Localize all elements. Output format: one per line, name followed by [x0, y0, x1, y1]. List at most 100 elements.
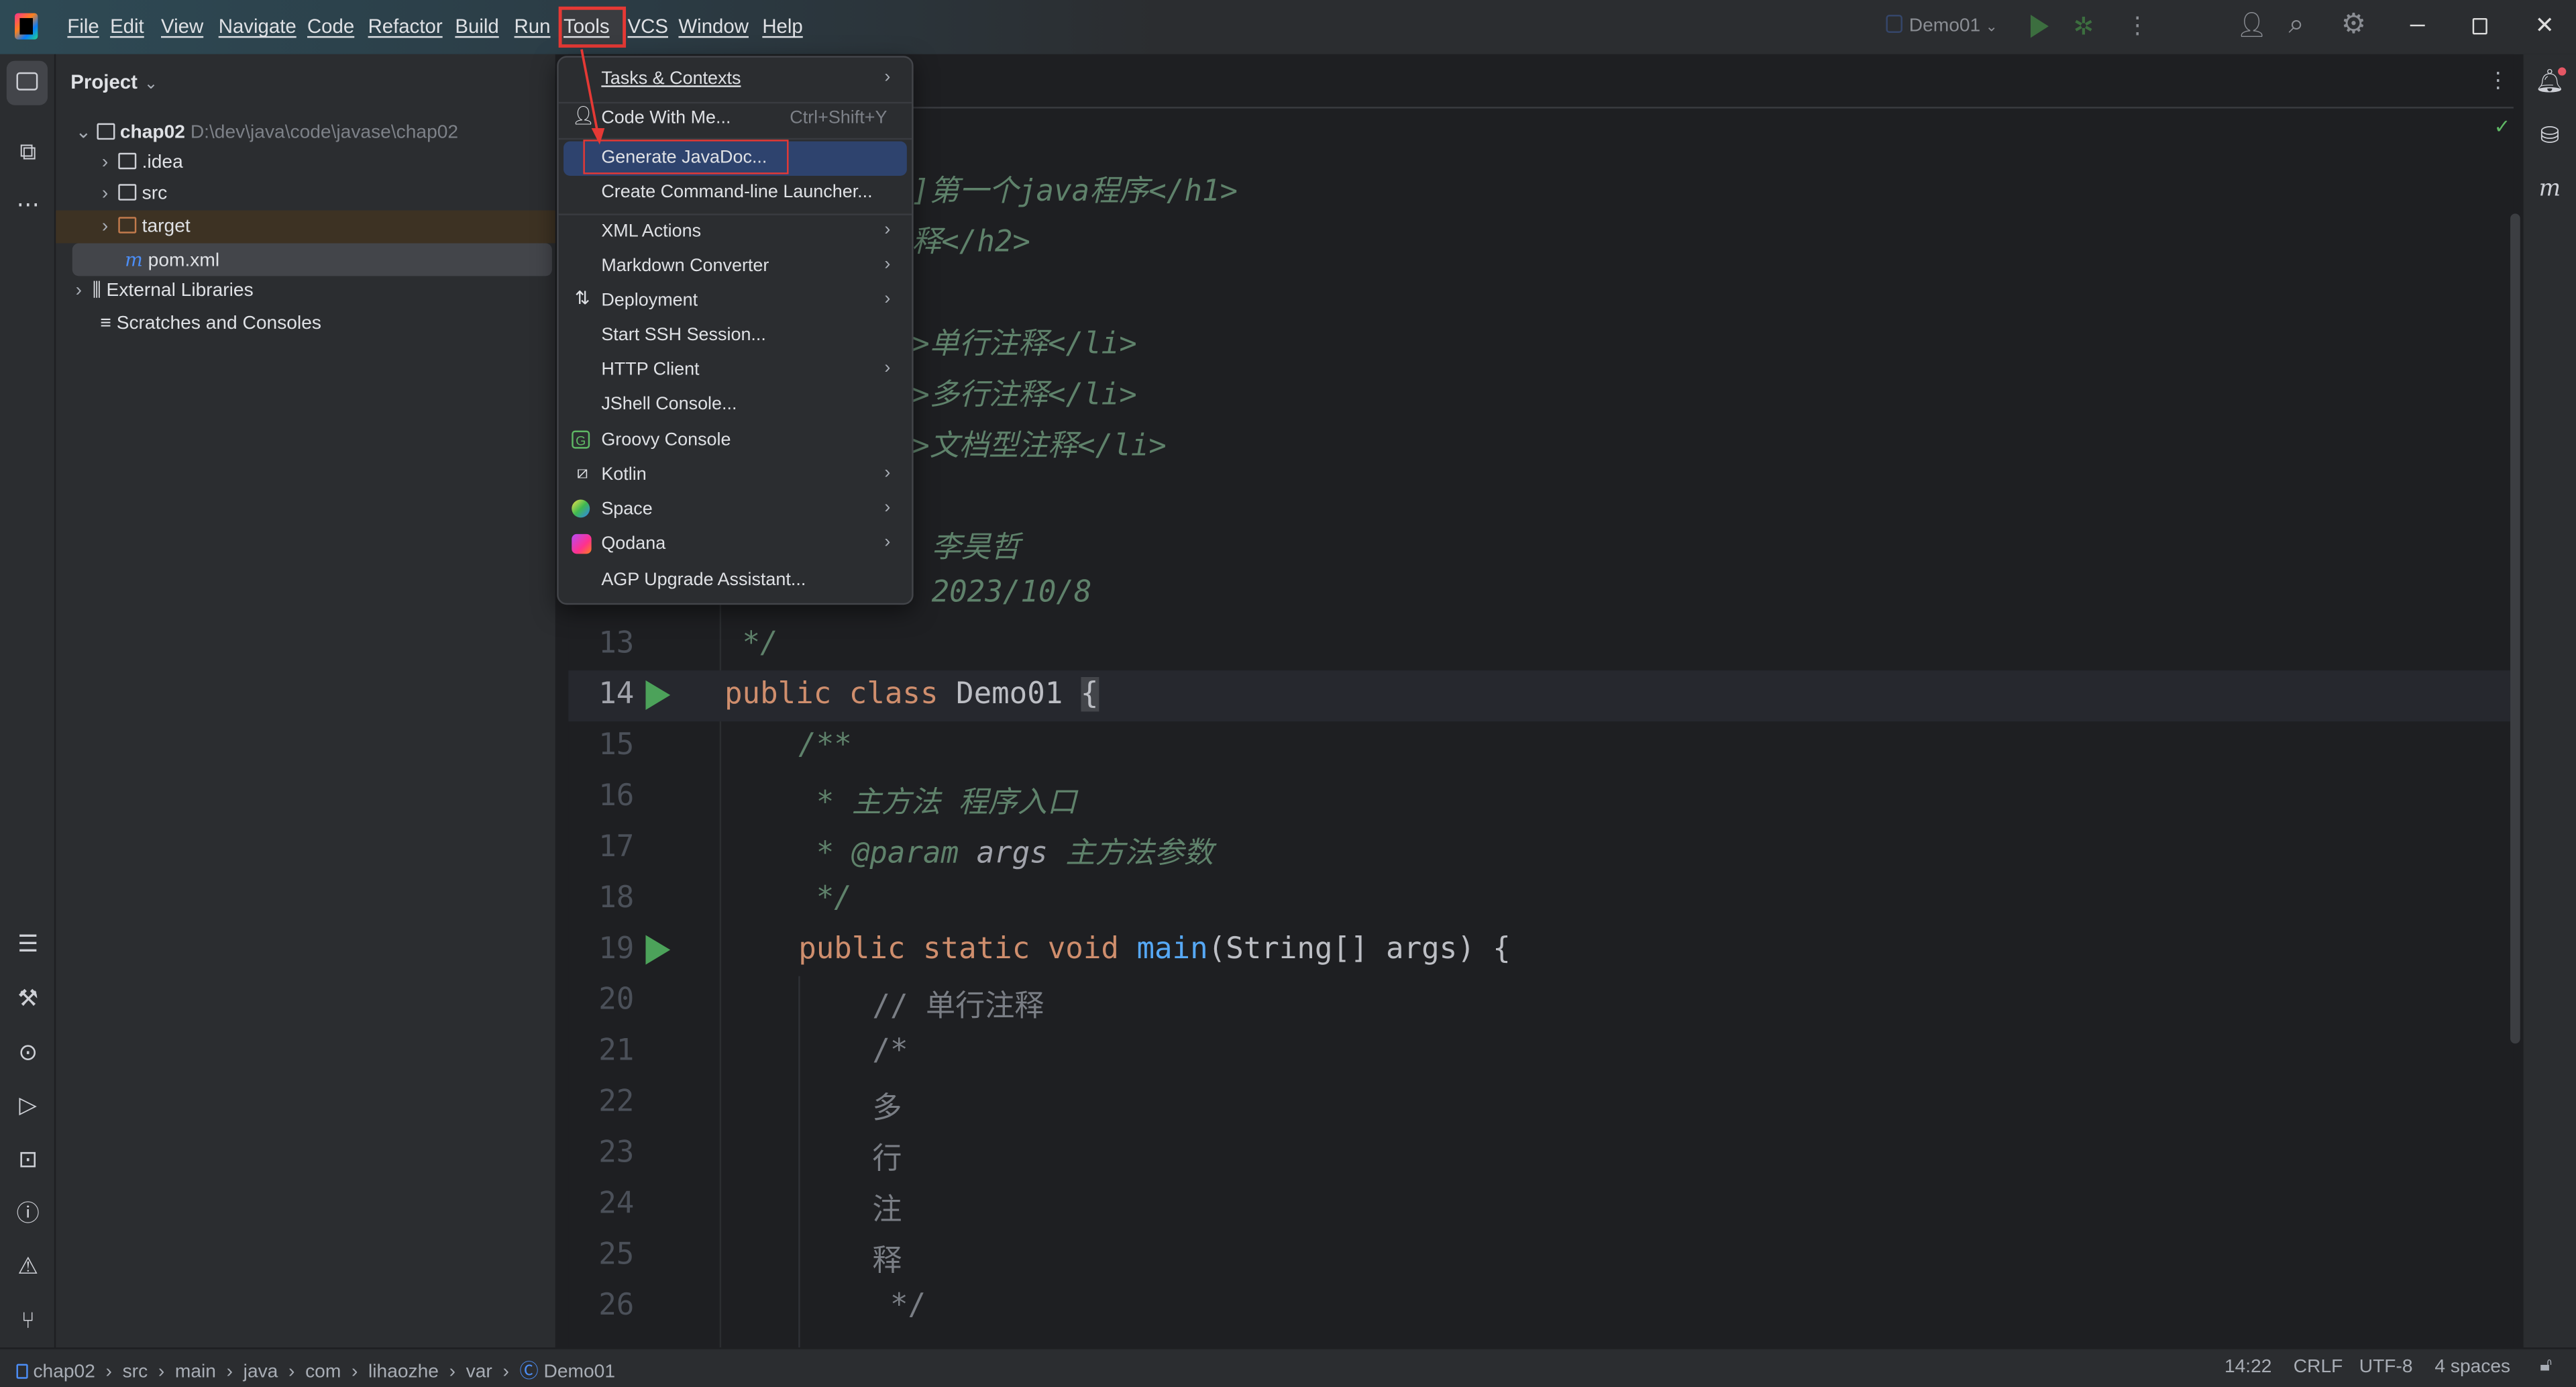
breadcrumb-item[interactable]: src — [123, 1362, 148, 1382]
breadcrumb-item[interactable]: com — [305, 1362, 341, 1382]
menu-item-label: AGP Upgrade Assistant... — [601, 570, 806, 590]
more-tools-icon[interactable]: ⋯ — [13, 189, 43, 219]
breadcrumb-item[interactable]: java — [244, 1362, 278, 1382]
menu-code[interactable]: Code — [307, 15, 354, 38]
terminal-icon[interactable]: ⊡ — [13, 1144, 43, 1174]
menu-item-groovy-console[interactable]: G Groovy Console — [564, 424, 907, 458]
menu-help[interactable]: Help — [762, 15, 802, 38]
more-actions-icon[interactable]: ⋮ — [2126, 11, 2149, 40]
tree-item-idea[interactable]: › .idea — [102, 152, 183, 172]
line-number: 16 — [598, 778, 635, 814]
menu-window[interactable]: Window — [678, 15, 749, 38]
menu-run[interactable]: Run — [515, 15, 551, 38]
menu-edit[interactable]: Edit — [110, 15, 144, 38]
problems-icon[interactable]: ⓘ — [13, 1198, 43, 1227]
debug-icon[interactable]: ✲ — [2074, 11, 2094, 42]
tree-item-chap02[interactable]: ⌄ chap02 D:\dev\java\code\javase\chap02 — [76, 120, 458, 143]
breadcrumb-item[interactable]: lihaozhe — [368, 1362, 439, 1382]
breadcrumb-item[interactable]: main — [175, 1362, 216, 1382]
tree-item-external-libraries[interactable]: › ⫼ External Libraries — [76, 281, 254, 303]
module-icon — [16, 1364, 28, 1379]
code-line: 行 — [872, 1142, 902, 1177]
menu-tools[interactable]: Tools — [564, 15, 610, 38]
menu-item-agp-upgrade[interactable]: AGP Upgrade Assistant... — [564, 564, 907, 598]
code-line: */ — [872, 1288, 926, 1323]
menu-refactor[interactable]: Refactor — [368, 15, 443, 38]
menu-item-space[interactable]: Space › — [564, 493, 907, 527]
caret-position[interactable]: 14:22 — [2224, 1357, 2271, 1377]
database-icon[interactable]: ⛁ — [2535, 120, 2565, 150]
line-number: 25 — [598, 1237, 635, 1272]
project-tool-button[interactable] — [6, 60, 48, 105]
line-ending[interactable]: CRLF — [2294, 1357, 2343, 1377]
maven-icon[interactable]: m — [2535, 174, 2565, 204]
minimize-icon[interactable] — [2410, 24, 2425, 27]
keyword: public class — [724, 676, 938, 712]
code-fragment: >文档型注释</li> — [912, 429, 1167, 464]
menu-view[interactable]: View — [161, 15, 203, 38]
breadcrumb-item[interactable]: Demo01 — [544, 1362, 615, 1382]
chevron-down-icon: ⌄ — [144, 75, 158, 94]
build-hammer-icon[interactable]: ⚒ — [13, 983, 43, 1013]
project-view-selector[interactable]: Project ⌄ — [70, 70, 158, 93]
doc-tag: @param — [851, 836, 959, 871]
no-problems-check-icon[interactable]: ✓ — [2494, 115, 2511, 138]
run-gutter-icon[interactable] — [645, 935, 671, 965]
menu-item-jshell[interactable]: JShell Console... — [564, 388, 907, 422]
indent-guide — [798, 976, 800, 1348]
menu-item-xml-actions[interactable]: XML Actions › — [564, 215, 907, 250]
run-tool-icon[interactable]: ▷ — [13, 1090, 43, 1119]
run-config-selector[interactable]: Demo01 ⌄ — [1886, 15, 1998, 36]
doc-star: * — [798, 785, 852, 821]
line-number: 24 — [598, 1186, 635, 1221]
lock-icon[interactable]: 🔓︎ — [2540, 1355, 2552, 1377]
git-branch-icon[interactable]: ⑂ — [13, 1305, 43, 1335]
tree-label: src — [142, 184, 168, 204]
menu-item-qodana[interactable]: Qodana › — [564, 527, 907, 562]
menu-navigate[interactable]: Navigate — [219, 15, 297, 38]
run-gutter-icon[interactable] — [645, 680, 671, 710]
code-with-me-icon[interactable]: 👤︎ — [2236, 10, 2267, 40]
left-tool-strip: ⧉ ⋯ ☰ ⚒ ⊙ ▷ ⊡ ⓘ ⚠ ⑂ — [0, 54, 56, 1348]
menu-file[interactable]: File — [67, 15, 99, 38]
file-encoding[interactable]: UTF-8 — [2359, 1357, 2413, 1377]
close-window-icon[interactable]: ✕ — [2535, 11, 2555, 40]
editor-scrollbar[interactable] — [2510, 213, 2520, 1044]
warning-icon[interactable]: ⚠ — [13, 1251, 43, 1280]
restore-icon[interactable] — [2472, 17, 2487, 35]
folder-icon — [118, 152, 137, 170]
breadcrumb-item[interactable]: var — [466, 1362, 492, 1382]
chevron-right-icon: › — [884, 463, 891, 484]
menu-item-http-client[interactable]: HTTP Client › — [564, 354, 907, 388]
breadcrumb-item[interactable]: chap02 — [33, 1362, 95, 1382]
tree-item-target[interactable]: › target — [102, 217, 191, 237]
todo-list-icon[interactable]: ☰ — [13, 929, 43, 958]
tree-item-pom[interactable]: m pom.xml — [125, 248, 219, 271]
params: (String[] args) { — [1208, 931, 1511, 967]
tree-label: chap02 — [119, 123, 185, 144]
code-line: public class Demo01 { — [724, 676, 1099, 712]
method-name: main — [1136, 931, 1208, 967]
menu-item-create-launcher[interactable]: Create Command-line Launcher... — [564, 176, 907, 210]
menu-item-kotlin[interactable]: ⧄ Kotlin › — [564, 458, 907, 493]
services-icon[interactable]: ⊙ — [13, 1037, 43, 1066]
menu-item-markdown-converter[interactable]: Markdown Converter › — [564, 250, 907, 284]
menu-item-ssh-session[interactable]: Start SSH Session... — [564, 319, 907, 353]
tab-options-icon[interactable]: ⋮ — [2487, 67, 2509, 93]
menu-item-label: Markdown Converter — [601, 256, 769, 276]
menu-item-deployment[interactable]: ⇅ Deployment › — [564, 285, 907, 319]
intellij-logo-icon[interactable] — [15, 13, 38, 40]
annotation-arrow-line — [580, 49, 600, 136]
tree-item-scratches[interactable]: ≡ Scratches and Consoles — [100, 314, 321, 333]
indent-setting[interactable]: 4 spaces — [2434, 1357, 2510, 1377]
menu-build[interactable]: Build — [455, 15, 498, 38]
code-line: */ — [724, 626, 778, 661]
search-icon[interactable]: ⌕ — [2288, 8, 2304, 41]
menu-vcs[interactable]: VCS — [628, 15, 668, 38]
settings-gear-icon[interactable]: ⚙ — [2341, 8, 2366, 41]
tree-item-src[interactable]: › src — [102, 184, 168, 204]
run-icon[interactable] — [2030, 15, 2049, 38]
kotlin-icon: ⧄ — [576, 463, 588, 484]
tree-label: Scratches and Consoles — [116, 313, 321, 334]
structure-icon[interactable]: ⧉ — [13, 136, 43, 166]
